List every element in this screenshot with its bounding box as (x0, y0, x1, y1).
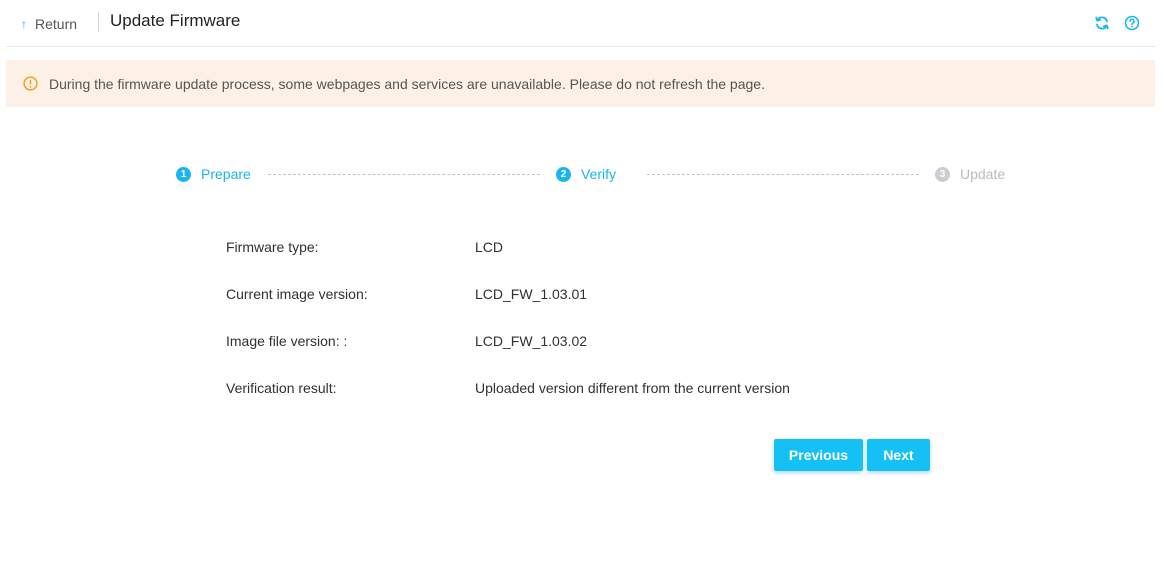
info-value: LCD_FW_1.03.02 (475, 333, 588, 349)
return-arrow-icon: ↑ (21, 16, 27, 31)
warning-banner: During the firmware update process, some… (6, 60, 1155, 107)
info-value: Uploaded version different from the curr… (475, 380, 790, 396)
step-connector (647, 174, 919, 175)
help-icon[interactable] (1124, 15, 1140, 31)
info-value: LCD_FW_1.03.01 (475, 286, 588, 302)
info-label: Verification result: (226, 380, 337, 396)
return-label: Return (35, 16, 78, 32)
info-label: Image file version: : (226, 333, 348, 349)
firmware-update-page: ↑ Return Update Firmware During the firm… (0, 0, 1164, 567)
page-title: Update Firmware (110, 11, 241, 30)
step-label: Update (960, 166, 1006, 182)
step-verify: 2 Verify (556, 164, 616, 184)
info-label: Current image version: (226, 286, 368, 302)
header-bar: ↑ Return Update Firmware (6, 0, 1156, 47)
step-update: 3 Update (935, 164, 1005, 184)
step-label: Verify (581, 166, 617, 182)
header-divider (98, 12, 99, 32)
step-number: 3 (935, 166, 950, 182)
next-button[interactable]: Next (867, 439, 930, 471)
info-value: LCD (475, 239, 504, 255)
step-connector (268, 174, 540, 175)
warning-icon (23, 76, 38, 91)
warning-text: During the firmware update process, some… (49, 75, 765, 92)
step-number: 1 (176, 166, 191, 182)
refresh-icon[interactable] (1094, 15, 1110, 31)
previous-button[interactable]: Previous (774, 439, 863, 471)
step-number: 2 (556, 166, 571, 182)
info-label: Firmware type: (226, 239, 319, 255)
return-link[interactable]: ↑ Return (21, 14, 77, 34)
step-prepare: 1 Prepare (176, 164, 251, 184)
step-label: Prepare (201, 166, 251, 182)
